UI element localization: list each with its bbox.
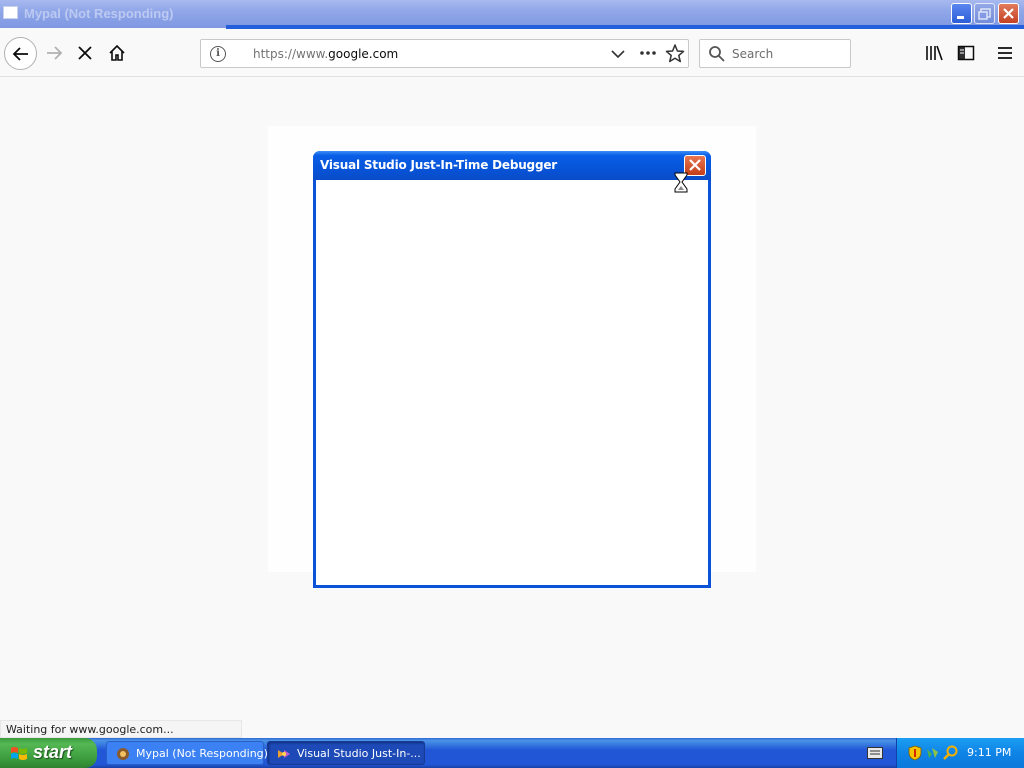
back-button[interactable] [4, 37, 37, 70]
dialog-title-bar[interactable]: Visual Studio Just-In-Time Debugger [313, 151, 711, 180]
security-shield-icon[interactable] [907, 745, 923, 761]
page-actions-button[interactable] [638, 42, 658, 69]
window-title: Mypal (Not Responding) [24, 6, 174, 21]
clock[interactable]: 9:11 PM [967, 746, 1011, 759]
search-icon[interactable] [943, 745, 959, 761]
home-button[interactable] [105, 41, 129, 65]
sidebar-button[interactable] [954, 41, 978, 65]
system-tray: 9:11 PM [896, 738, 1024, 768]
start-label: start [33, 742, 73, 762]
chevron-down-icon [611, 50, 625, 59]
window-title-bar[interactable]: Mypal (Not Responding) [0, 0, 1024, 29]
site-info-icon[interactable]: i [210, 46, 226, 62]
star-icon [665, 44, 685, 63]
keyboard-icon[interactable] [867, 747, 883, 759]
url-dropdown-button[interactable] [609, 44, 627, 64]
url-text[interactable]: https://www.google.com [253, 47, 398, 61]
search-box[interactable]: Search [699, 39, 851, 68]
status-text: Waiting for www.google.com... [0, 720, 242, 738]
taskbar: start Mypal (Not Responding) Visual Stud… [0, 738, 1024, 768]
more-dots-icon [640, 51, 656, 55]
jit-debugger-dialog[interactable]: Visual Studio Just-In-Time Debugger [313, 151, 711, 588]
taskbar-item-label: Mypal (Not Responding) [136, 747, 268, 760]
sidebar-icon [957, 45, 975, 61]
back-arrow-icon [12, 46, 28, 61]
hamburger-menu-button[interactable] [993, 41, 1017, 65]
forward-button[interactable] [42, 41, 66, 65]
taskbar-item-visual-studio[interactable]: Visual Studio Just-In-... [267, 741, 425, 765]
hamburger-icon [998, 47, 1012, 59]
dialog-body [316, 180, 708, 585]
library-icon [926, 45, 943, 61]
hourglass-cursor-icon [674, 172, 688, 193]
search-icon [709, 46, 725, 62]
taskbar-item-label: Visual Studio Just-In-... [297, 747, 421, 760]
minimize-icon [957, 16, 964, 19]
status-bar: Waiting for www.google.com... [0, 719, 1024, 738]
close-icon [689, 159, 701, 171]
url-host: google.com [328, 47, 399, 61]
forward-arrow-icon [47, 46, 63, 60]
taskbar-item-mypal[interactable]: Mypal (Not Responding) [106, 741, 268, 765]
window-icon [3, 6, 18, 19]
stop-button[interactable] [73, 41, 97, 65]
close-icon [1003, 8, 1014, 19]
mypal-icon [117, 748, 129, 760]
url-bar[interactable]: i https://www.google.com [200, 39, 689, 68]
library-button[interactable] [922, 41, 946, 65]
maximize-icon [978, 8, 991, 20]
visual-studio-icon [278, 750, 290, 758]
url-scheme: https://www. [253, 47, 329, 61]
minimize-button[interactable] [951, 3, 972, 24]
navigation-toolbar: i https://www.google.com Search [0, 29, 1024, 77]
windows-flag-icon [11, 747, 27, 760]
bookmark-button[interactable] [665, 43, 685, 70]
close-window-button[interactable] [998, 3, 1019, 24]
stop-icon [78, 46, 92, 60]
start-button[interactable]: start [0, 738, 97, 768]
maximize-button[interactable] [974, 3, 995, 24]
network-icon[interactable] [925, 745, 941, 761]
search-placeholder: Search [732, 47, 774, 61]
dialog-title: Visual Studio Just-In-Time Debugger [320, 158, 557, 172]
home-icon [109, 44, 125, 61]
